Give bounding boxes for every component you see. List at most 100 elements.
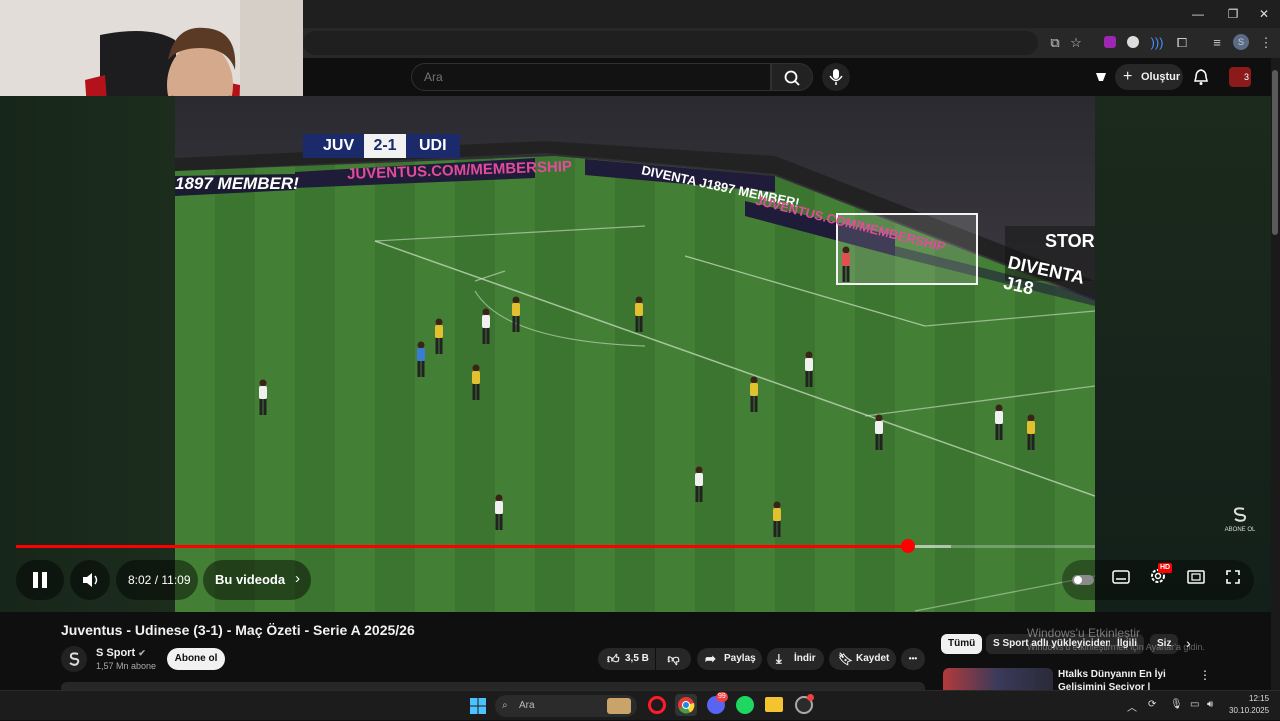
browser-toolbar: ⧉ ☆ ))) ⧠ ≡ S ⋮	[303, 28, 1280, 58]
voice-search-button[interactable]	[822, 63, 850, 91]
autoplay-toggle[interactable]	[1072, 575, 1094, 585]
away-team: UDI	[419, 137, 447, 154]
channel-name[interactable]: S Sport ✔	[96, 647, 146, 659]
search-highlight-image	[607, 698, 631, 714]
download-button[interactable]: ⤓ İndir	[767, 648, 824, 670]
install-app-icon[interactable]: ⧉	[1047, 35, 1063, 51]
footballer	[433, 318, 445, 354]
watermark-label: ABONE OL	[1224, 527, 1256, 533]
minimize-button[interactable]: —	[1183, 4, 1213, 24]
browser-menu-icon[interactable]: ⋮	[1258, 35, 1274, 51]
video-player[interactable]: 1897 MEMBER! JUVENTUS.COM/MEMBERSHIP DIV…	[0, 96, 1280, 612]
recommendation-menu-icon[interactable]: ⋮	[1199, 668, 1211, 682]
volume-button[interactable]	[70, 560, 110, 600]
dislike-button[interactable]: 👎︎	[656, 648, 691, 670]
share-button[interactable]: ➦ Paylaş	[697, 648, 762, 670]
chrome-icon[interactable]	[675, 694, 697, 716]
theater-mode-icon[interactable]	[1187, 570, 1205, 584]
extension-icon[interactable]	[1102, 35, 1118, 51]
progress-played	[16, 545, 909, 548]
plus-icon: +	[1123, 68, 1133, 85]
chip-all[interactable]: Tümü	[941, 634, 983, 654]
video-frame[interactable]: 1897 MEMBER! JUVENTUS.COM/MEMBERSHIP DIV…	[175, 96, 1095, 612]
s-sport-avatar-icon	[69, 652, 80, 666]
verified-check-icon: ✔	[138, 648, 146, 658]
thumbs-up-icon: 👍︎	[607, 652, 620, 666]
footballer	[693, 466, 705, 502]
media-control-icon[interactable]: ≡	[1209, 35, 1225, 51]
file-explorer-icon[interactable]	[765, 697, 783, 712]
discord-badge: 99	[716, 692, 728, 702]
save-button[interactable]: 🔖︎ Kaydet	[829, 648, 896, 670]
description-box[interactable]	[61, 682, 925, 690]
maximize-button[interactable]: ❐	[1218, 4, 1248, 24]
address-bar[interactable]	[303, 31, 1038, 55]
clock-date[interactable]: 30.10.2025	[1229, 706, 1269, 715]
ad-board-left: 1897 MEMBER!	[175, 174, 299, 193]
subscriber-count: 1,57 Mn abone	[96, 661, 157, 671]
channel-watermark[interactable]: ABONE OL	[1222, 506, 1258, 534]
search-box	[411, 63, 771, 91]
video-title: Juventus - Udinese (3-1) - Maç Özeti - S…	[61, 622, 415, 638]
footballer	[415, 341, 427, 377]
create-button[interactable]: + Oluştur	[1115, 64, 1183, 90]
extension-icon-3[interactable]: )))	[1149, 35, 1165, 51]
taskbar-search[interactable]: ⌕ Ara	[495, 695, 637, 717]
youtube-header: + Oluştur 3	[303, 58, 1280, 96]
opera-icon[interactable]	[648, 696, 666, 714]
extensions-puzzle-icon[interactable]: ⧠	[1174, 35, 1190, 51]
taskbar-search-placeholder: Ara	[519, 700, 535, 711]
time-separator: /	[151, 573, 162, 587]
chapter-label: Bu videoda	[215, 572, 286, 587]
activation-watermark-text: Windows'u etkinleştirmek için Ayarlar'a …	[1027, 642, 1205, 652]
bookmark-icon: 🔖︎	[838, 652, 854, 666]
save-label: Kaydet	[856, 653, 890, 664]
channel-avatar[interactable]	[61, 646, 87, 672]
home-team: JUV	[323, 137, 355, 154]
notifications-bell-icon[interactable]	[1193, 68, 1209, 86]
hd-badge: HD	[1158, 563, 1173, 573]
recommendation-thumbnail[interactable]	[943, 668, 1053, 690]
download-label: İndir	[794, 653, 816, 664]
spotify-icon[interactable]	[736, 696, 754, 714]
browser-titlebar: — ❐ ✕	[303, 0, 1280, 28]
more-actions-button[interactable]: •••	[901, 648, 925, 670]
windows-taskbar: ⌕ Ara 99 ︿ ⟳ 🎙︎ ▭ 🔊︎ 12:15 30.10.2025	[0, 690, 1280, 720]
search-button[interactable]	[771, 63, 813, 91]
player-side-fill	[1095, 96, 1280, 612]
windows-start-icon[interactable]	[469, 697, 487, 715]
like-button[interactable]: 👍︎ 3,5 B	[598, 648, 655, 670]
subtitles-icon[interactable]	[1112, 570, 1130, 584]
tray-network-icon[interactable]: ▭	[1190, 699, 1199, 710]
extension-icon-2[interactable]	[1125, 35, 1141, 51]
volume-icon	[83, 573, 98, 587]
footballer	[510, 296, 522, 332]
fullscreen-icon[interactable]	[1225, 569, 1241, 585]
profile-avatar[interactable]: S	[1233, 34, 1249, 50]
search-input[interactable]	[412, 64, 770, 90]
play-pause-button[interactable]	[16, 560, 64, 600]
footballer	[771, 501, 783, 537]
footballer	[803, 351, 815, 387]
match-score: 2-1	[364, 134, 406, 158]
tray-overflow-chevron-icon[interactable]: ︿	[1127, 699, 1137, 714]
footballer	[493, 494, 505, 530]
tray-sync-icon[interactable]: ⟳	[1148, 699, 1156, 710]
account-avatar[interactable]: 3	[1229, 67, 1251, 87]
recording-dot	[807, 694, 814, 701]
page-scrollbar-thumb[interactable]	[1272, 70, 1278, 235]
subscribe-button[interactable]: Abone ol	[167, 648, 225, 670]
microphone-icon	[829, 69, 843, 85]
gaming-icon[interactable]	[1093, 69, 1109, 85]
like-count: 3,5 B	[625, 653, 649, 664]
footballer	[470, 364, 482, 400]
close-window-button[interactable]: ✕	[1249, 4, 1279, 24]
bookmark-star-icon[interactable]: ☆	[1068, 35, 1084, 51]
tray-mic-icon[interactable]: 🎙︎	[1170, 699, 1183, 710]
footballer	[993, 404, 1005, 440]
create-label: Oluştur	[1141, 71, 1181, 83]
chevron-right-icon: ›	[295, 570, 300, 587]
clock-time[interactable]: 12:15	[1249, 694, 1269, 703]
tray-volume-icon[interactable]: 🔊︎	[1207, 699, 1213, 710]
share-arrow-icon: ➦	[705, 651, 716, 666]
